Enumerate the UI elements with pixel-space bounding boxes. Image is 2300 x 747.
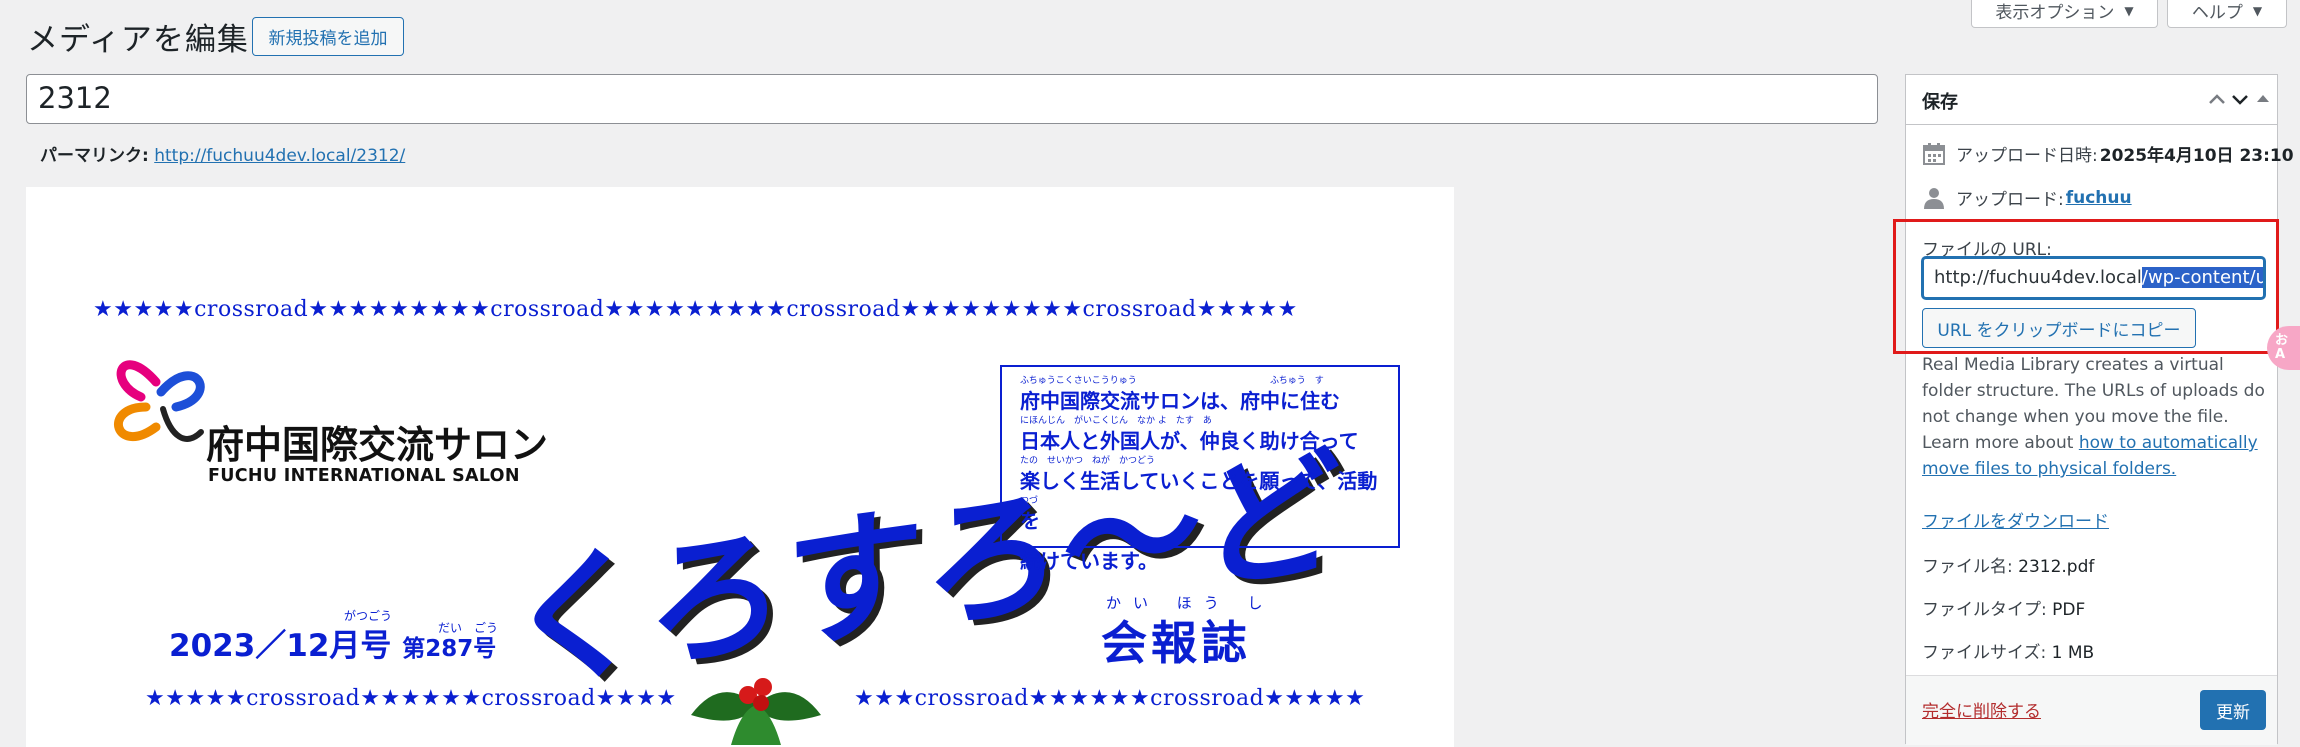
- chevron-down-icon[interactable]: [2230, 89, 2250, 109]
- metabox-footer: 完全に削除する 更新: [1906, 675, 2277, 745]
- help-tab[interactable]: ヘルプ ▼: [2167, 0, 2287, 28]
- upload-date-row: アップロード日時: 2025年4月10日 23:10: [1922, 141, 2294, 166]
- help-label: ヘルプ: [2191, 3, 2243, 23]
- file-type-label: ファイルタイプ:: [1922, 600, 2047, 620]
- file-name-label: ファイル名:: [1922, 557, 2013, 577]
- intro-ruby: にほんじん がいこくじん なか よ たす あ: [1020, 416, 1212, 426]
- file-size-row: ファイルサイズ: 1 MB: [1922, 638, 2094, 663]
- screen-options-tab[interactable]: 表示オプション ▼: [1971, 0, 2158, 28]
- delete-permanently-link[interactable]: 完全に削除する: [1922, 697, 2041, 722]
- permalink-label: パーマリンク:: [40, 146, 149, 166]
- calendar-icon: [1923, 142, 1945, 165]
- file-name-value: 2312.pdf: [2018, 557, 2095, 577]
- issue-number: 第287号: [402, 636, 497, 662]
- chevron-up-icon[interactable]: [2207, 89, 2227, 109]
- media-preview: ★★★★★crossroad★★★★★★★★★crossroad★★★★★★★★…: [26, 187, 1454, 747]
- issue-date-text: 2023／12月号: [169, 628, 392, 664]
- logo-text: 府中国際交流サロン: [206, 423, 549, 467]
- user-icon: [1924, 187, 1944, 209]
- intro-ruby: ふちゅう す: [1270, 376, 1324, 386]
- upload-date-label: アップロード日時:: [1956, 146, 2098, 166]
- salon-logo-icon: [114, 360, 205, 442]
- intro-line: 楽しく生活していくことを願って、活動を: [1020, 469, 1378, 533]
- download-file-link[interactable]: ファイルをダウンロード: [1922, 507, 2109, 532]
- collapse-arrow-icon[interactable]: [2255, 89, 2271, 109]
- intro-ruby: ふちゅうこくさいこうりゅう: [1020, 376, 1137, 386]
- dropdown-arrow-icon: ▼: [2124, 3, 2134, 18]
- add-new-post-button[interactable]: 新規投稿を追加: [252, 17, 404, 56]
- intro-line: 続けています。: [1020, 549, 1158, 573]
- rml-description: Real Media Library creates a virtual fol…: [1922, 352, 2267, 482]
- newsletter-title: 会報誌: [1101, 616, 1251, 670]
- screen-options-label: 表示オプション: [1995, 3, 2115, 23]
- title-input[interactable]: 2312: [26, 74, 1878, 124]
- logo-subtitle: FUCHU INTERNATIONAL SALON: [208, 466, 520, 486]
- dropdown-arrow-icon: ▼: [2252, 3, 2263, 18]
- intro-box: 府中国際交流サロンは、府中に住む 日本人と外国人が、仲良く助け合って 楽しく生活…: [1000, 365, 1400, 573]
- permalink: パーマリンク: http://fuchuu4dev.local/2312/: [40, 141, 405, 166]
- metabox-header: 保存: [1906, 75, 2277, 125]
- file-name-row: ファイル名: 2312.pdf: [1922, 552, 2094, 577]
- uploaded-by-label: アップロード:: [1956, 190, 2064, 210]
- uploaded-by-row: アップロード: fuchuu: [1922, 185, 2132, 210]
- star-line-bottom-right: ★★★crossroad★★★★★★crossroad★★★★★: [854, 686, 1366, 711]
- star-line-bottom-left: ★★★★★crossroad★★★★★★crossroad★★★★: [145, 686, 677, 711]
- star-line-top: ★★★★★crossroad★★★★★★★★★crossroad★★★★★★★★…: [93, 297, 1298, 322]
- save-metabox: 保存 アップロード日時: 2025年4月10日 23:10 アップロード: fu…: [1905, 74, 2294, 745]
- intro-ruby: たの せいかつ ねが かつどう: [1020, 456, 1156, 466]
- permalink-url-link[interactable]: http://fuchuu4dev.local/2312/: [154, 146, 405, 166]
- uploader-link[interactable]: fuchuu: [2066, 188, 2132, 208]
- intro-ruby: つづ: [1020, 496, 1039, 506]
- highlight-annotation-box: [1893, 219, 2279, 354]
- intro-line: 府中国際交流サロンは、府中に住む: [1020, 389, 1340, 413]
- metabox-title: 保存: [1922, 92, 1958, 113]
- file-type-row: ファイルタイプ: PDF: [1922, 595, 2085, 620]
- page-title: メディアを編集: [27, 22, 249, 58]
- file-size-label: ファイルサイズ:: [1922, 643, 2047, 663]
- intro-line: 日本人と外国人が、仲良く助け合って: [1020, 429, 1359, 453]
- issue-date: 2023／12月号 第287号: [169, 620, 496, 665]
- file-size-value: 1 MB: [2051, 643, 2095, 663]
- upload-date-value: 2025年4月10日 23:10: [2099, 146, 2294, 166]
- holly-icon: [691, 678, 821, 745]
- update-button[interactable]: 更新: [2200, 690, 2266, 730]
- file-type-value: PDF: [2052, 600, 2086, 620]
